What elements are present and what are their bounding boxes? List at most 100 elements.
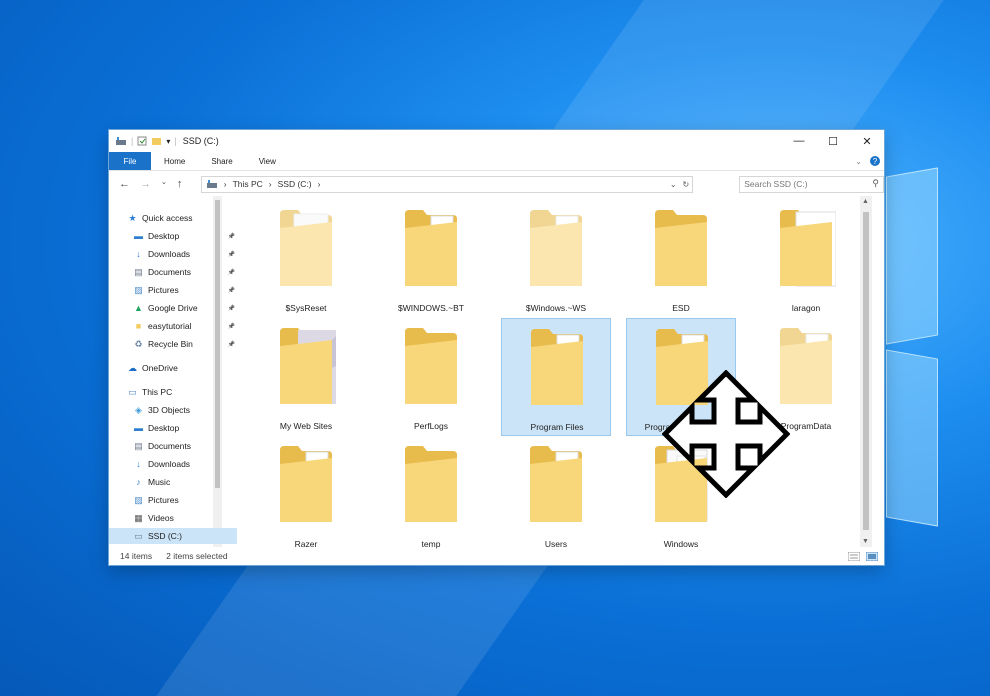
help-icon[interactable]: ?	[870, 156, 880, 166]
details-view-icon[interactable]	[848, 551, 860, 561]
close-button[interactable]: ✕	[850, 135, 884, 148]
navigation-pane[interactable]: ★ Quick access ▬ Desktop 📌 ↓ Downloads 📌 ▤ Docume…	[109, 196, 237, 547]
breadcrumb-separator[interactable]: ›	[318, 179, 321, 189]
download-arrow-icon: ↓	[136, 459, 141, 469]
folder-item[interactable]: My Web Sites	[251, 318, 361, 436]
file-explorer-window[interactable]: | ▾ | SSD (C:) — ☐ ✕ File Home Share Vie…	[109, 130, 884, 565]
sidebar-item-label: SSD (C:)	[148, 531, 182, 541]
folder-icon: ■	[135, 321, 142, 331]
sidebar-item-this-pc[interactable]: ▭ This PC	[109, 384, 231, 400]
expand-ribbon-chevron-icon[interactable]: ⌄	[855, 157, 862, 166]
ribbon-tabs: File Home Share View ⌄ ?	[109, 152, 884, 171]
sidebar-item-label: Quick access	[142, 213, 193, 223]
sidebar-item[interactable]: ♻ Recycle Bin 📌	[109, 336, 237, 352]
customize-toolbar-chevron-icon[interactable]: ▾	[166, 137, 170, 146]
sidebar-item-label: Recycle Bin	[148, 339, 193, 349]
sidebar-item-label: This PC	[142, 387, 173, 397]
address-dropdown-chevron-icon[interactable]: ⌄	[670, 180, 677, 189]
folder-item[interactable]: temp	[376, 436, 486, 554]
sidebar-item[interactable]: ▨ Pictures 📌	[109, 282, 237, 298]
back-arrow-icon[interactable]: ←	[119, 178, 130, 190]
breadcrumb-ssd[interactable]: SSD (C:)	[278, 179, 312, 189]
desktop-icon: ▬	[134, 423, 143, 433]
sidebar-item-label: Music	[148, 477, 171, 487]
sidebar-item[interactable]: ↓ Downloads 📌	[109, 246, 237, 262]
sidebar-item[interactable]: ▤ Documents	[109, 438, 237, 454]
pictures-icon: ▨	[134, 284, 143, 295]
folder-item[interactable]: PerfLogs	[376, 318, 486, 436]
breadcrumb-separator[interactable]: ›	[224, 179, 227, 189]
star-icon: ★	[128, 212, 137, 223]
folder-name: ESD	[672, 303, 690, 313]
recent-locations-chevron-icon[interactable]: ⌄	[161, 178, 167, 190]
download-arrow-icon: ↓	[136, 249, 141, 259]
maximize-button[interactable]: ☐	[816, 135, 850, 148]
folder-item[interactable]: Program Files	[501, 318, 611, 436]
forward-arrow-icon[interactable]: →	[140, 178, 151, 190]
sidebar-item-label: Google Drive	[148, 303, 198, 313]
folder-name: Program Files	[530, 422, 584, 432]
up-arrow-icon[interactable]: ↑	[177, 178, 183, 190]
new-folder-icon[interactable]	[151, 136, 162, 146]
sidebar-item-label: Videos	[148, 513, 174, 523]
sidebar-item[interactable]: ▦ Videos	[109, 510, 237, 526]
sidebar-item[interactable]: ■ easytutorial 📌	[109, 318, 237, 334]
tab-home[interactable]: Home	[151, 152, 198, 170]
sidebar-item[interactable]: ▬ Desktop	[109, 420, 237, 436]
sidebar-item[interactable]: ▲ Google Drive 📌	[109, 300, 237, 316]
breadcrumb-separator[interactable]: ›	[269, 179, 272, 189]
sidebar-item[interactable]: ▤ Documents 📌	[109, 264, 237, 280]
quick-access-toolbar: | ▾ |	[109, 136, 177, 146]
status-bar: 14 items 2 items selected	[109, 547, 884, 565]
sidebar-item-label: 3D Objects	[148, 405, 191, 415]
sidebar-item[interactable]: ◈ 3D Objects	[109, 402, 237, 418]
computer-icon: ▭	[128, 386, 137, 397]
folder-item[interactable]: Razer	[251, 436, 361, 554]
sidebar-item-label: Downloads	[148, 459, 191, 469]
sidebar-item-label: Pictures	[148, 285, 179, 295]
search-box[interactable]: Search SSD (C:) ⚲	[739, 175, 884, 193]
pictures-icon: ▨	[134, 494, 143, 505]
sidebar-item-label: Documents	[148, 441, 191, 451]
sidebar-item-onedrive[interactable]: ☁ OneDrive	[109, 360, 231, 376]
videos-icon: ▦	[134, 512, 143, 523]
folder-item[interactable]: laragon	[751, 200, 861, 318]
properties-icon[interactable]	[137, 136, 147, 146]
sidebar-item-label: OneDrive	[142, 363, 178, 373]
minimize-button[interactable]: —	[782, 135, 816, 148]
content-scrollbar[interactable]: ▲ ▼	[860, 196, 872, 547]
folder-item[interactable]: $WINDOWS.~BT	[376, 200, 486, 318]
folder-item[interactable]: Users	[501, 436, 611, 554]
3d-objects-icon: ◈	[135, 404, 142, 415]
move-cursor-icon	[662, 370, 790, 498]
folder-item[interactable]: ESD	[626, 200, 736, 318]
tab-file[interactable]: File	[109, 152, 151, 170]
sidebar-item[interactable]: ↓ Downloads	[109, 456, 237, 472]
sidebar-item[interactable]: ▨ Pictures	[109, 492, 237, 508]
drive-icon	[206, 180, 217, 188]
scroll-down-arrow-icon[interactable]: ▼	[862, 538, 869, 545]
windows-logo-wallpaper	[880, 167, 990, 532]
sidebar-item[interactable]: ▬ Desktop 📌	[109, 228, 237, 244]
onedrive-cloud-icon: ☁	[128, 362, 137, 373]
tab-share[interactable]: Share	[198, 152, 245, 170]
sidebar-item-label: Desktop	[148, 423, 180, 433]
sidebar-item-quick-access[interactable]: ★ Quick access	[109, 210, 231, 226]
refresh-icon[interactable]: ↻	[683, 180, 690, 189]
sidebar-item[interactable]: ♪ Music	[109, 474, 237, 490]
folder-name: laragon	[791, 303, 821, 313]
large-icons-view-icon[interactable]	[866, 551, 878, 561]
folder-item[interactable]: $Windows.~WS	[501, 200, 611, 318]
scroll-up-arrow-icon[interactable]: ▲	[862, 198, 869, 205]
documents-icon: ▤	[134, 266, 143, 277]
sidebar-item-label: Desktop	[148, 231, 180, 241]
content-scrollbar-thumb[interactable]	[863, 212, 869, 530]
sidebar-item[interactable]: ▭ SSD (C:)	[109, 528, 237, 544]
address-bar[interactable]: › This PC › SSD (C:) › ⌄ ↻	[200, 175, 694, 193]
folder-item[interactable]: $SysReset	[251, 200, 361, 318]
tab-view[interactable]: View	[246, 152, 289, 170]
title-bar[interactable]: | ▾ | SSD (C:) — ☐ ✕	[109, 130, 884, 152]
folder-name: My Web Sites	[279, 421, 333, 431]
breadcrumb-this-pc[interactable]: This PC	[233, 179, 263, 189]
search-input[interactable]: Search SSD (C:)	[744, 179, 807, 189]
